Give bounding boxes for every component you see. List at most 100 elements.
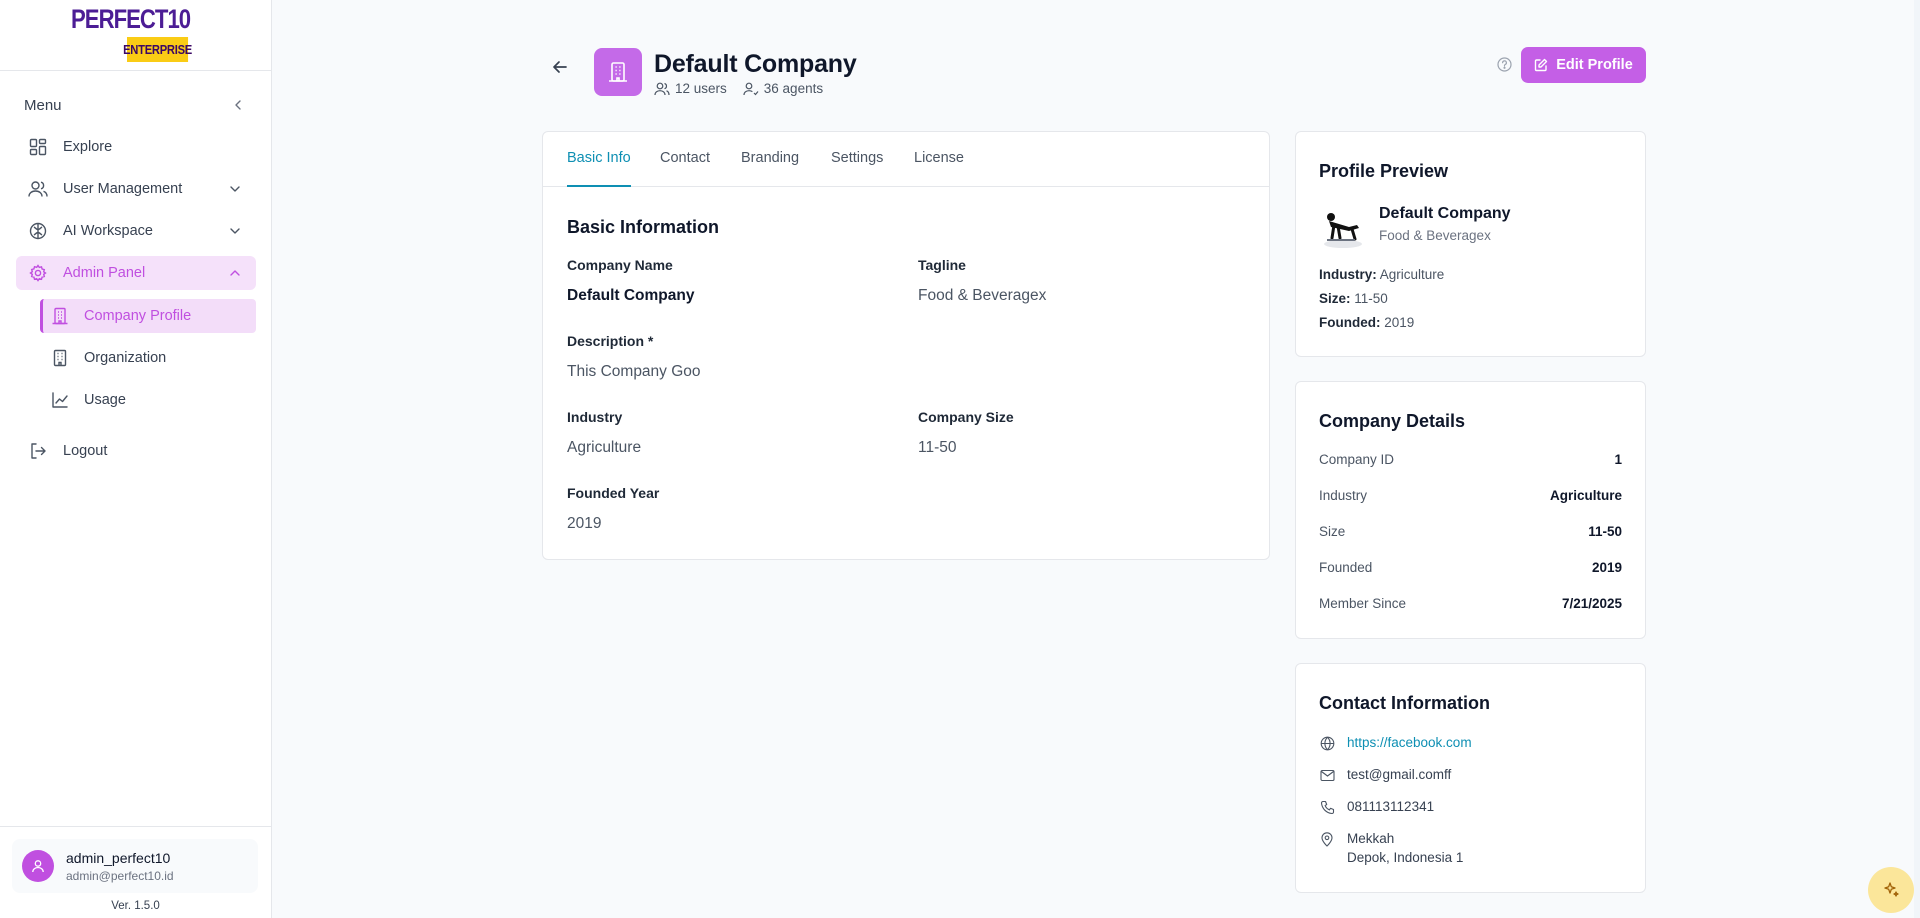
- profile-preview-title: Profile Preview: [1319, 161, 1449, 181]
- contact-email: test@gmail.comff: [1347, 767, 1452, 782]
- sidebar: PERFECT10 ENTERPRISE Menu Explore User M…: [0, 0, 272, 918]
- chevron-down-icon: [226, 180, 244, 198]
- gear-icon: [28, 263, 48, 283]
- user-email: admin@perfect10.id: [66, 868, 174, 883]
- phone-icon: [1319, 799, 1335, 815]
- sidebar-item-user-management[interactable]: User Management: [16, 172, 256, 206]
- detail-value: 7/21/2025: [1561, 596, 1622, 611]
- edit-icon: [1535, 58, 1548, 72]
- description-value: This Company Goo: [567, 363, 701, 380]
- avatar: [22, 850, 54, 882]
- menu-header: Menu: [24, 94, 247, 116]
- section-title: Basic Information: [567, 217, 720, 237]
- menu-label: Menu: [24, 96, 62, 114]
- detail-row-founded: Founded 2019: [1319, 560, 1622, 580]
- logout-button[interactable]: Logout: [16, 434, 256, 468]
- address-line-2: Depok, Indonesia 1: [1347, 850, 1464, 865]
- company-size-value: 11-50: [918, 439, 957, 456]
- detail-row-industry: Industry Agriculture: [1319, 488, 1622, 508]
- detail-key: Industry: [1319, 488, 1368, 503]
- company-size-label: Company Size: [918, 409, 1014, 425]
- detail-value: Agriculture: [1549, 488, 1622, 503]
- mail-icon: [1319, 767, 1335, 783]
- tagline-value: Food & Beveragex: [918, 287, 1047, 304]
- users-count: 12 users: [654, 81, 727, 96]
- contact-info-title: Contact Information: [1319, 693, 1490, 713]
- contact-address-row: Mekkah Depok, Indonesia 1: [1319, 831, 1463, 865]
- detail-row-company-id: Company ID 1: [1319, 452, 1622, 472]
- sidebar-item-admin-panel[interactable]: Admin Panel: [16, 256, 256, 290]
- agents-count-text: 36 agents: [763, 81, 824, 96]
- detail-key: Founded: [1319, 560, 1373, 575]
- detail-value: 11-50: [1588, 524, 1622, 539]
- logout-label: Logout: [63, 443, 108, 459]
- detail-key: Size: [1319, 524, 1346, 539]
- detail-row-member-since: Member Since 7/21/2025: [1319, 596, 1622, 616]
- scrollbar[interactable]: [1914, 0, 1920, 918]
- help-icon[interactable]: [1496, 56, 1512, 72]
- detail-value: 1: [1614, 452, 1622, 467]
- preview-industry-value: Agriculture: [1379, 267, 1445, 282]
- sidebar-item-explore[interactable]: Explore: [16, 130, 256, 164]
- grid-icon: [28, 137, 48, 157]
- basic-info-card: Basic Info Contact Branding Settings Lic…: [542, 131, 1270, 560]
- tab-basic-info[interactable]: Basic Info: [567, 150, 631, 187]
- preview-size: Size: 11-50: [1319, 291, 1388, 306]
- agent-icon: [743, 82, 759, 95]
- sidebar-subitem-label: Usage: [84, 392, 126, 408]
- website-link[interactable]: https://facebook.com: [1347, 735, 1472, 750]
- logo-wordmark: PERFECT10: [70, 4, 191, 34]
- industry-value: Agriculture: [567, 439, 642, 456]
- founded-year-value: 2019: [567, 515, 602, 532]
- tab-bar: Basic Info Contact Branding Settings Lic…: [543, 132, 1269, 187]
- tab-branding[interactable]: Branding: [741, 150, 799, 187]
- logout-icon: [28, 441, 48, 461]
- preview-company-name: Default Company: [1379, 205, 1511, 222]
- sidebar-subitem-organization[interactable]: Organization: [40, 341, 256, 375]
- preview-size-key: Size:: [1319, 291, 1351, 306]
- preview-founded: Founded: 2019: [1319, 315, 1414, 330]
- address-line-1: Mekkah: [1347, 831, 1395, 846]
- chevron-up-icon: [226, 264, 244, 282]
- page-title: Default Company: [654, 50, 857, 78]
- tab-settings[interactable]: Settings: [831, 150, 883, 187]
- preview-industry: Industry: Agriculture: [1319, 267, 1444, 282]
- tagline-label: Tagline: [918, 257, 966, 273]
- industry-label: Industry: [567, 409, 623, 425]
- detail-row-size: Size 11-50: [1319, 524, 1622, 544]
- sidebar-item-label: Admin Panel: [63, 265, 146, 281]
- app-version: Ver. 1.5.0: [111, 900, 160, 912]
- description-label: Description *: [567, 333, 654, 349]
- brand-logo[interactable]: PERFECT10 ENTERPRISE: [71, 4, 201, 64]
- contact-website-row: https://facebook.com: [1319, 735, 1472, 751]
- chevron-down-icon: [226, 222, 244, 240]
- company-logo: [1319, 205, 1364, 250]
- detail-key: Member Since: [1319, 596, 1407, 611]
- sidebar-item-label: User Management: [63, 181, 183, 197]
- edit-profile-label: Edit Profile: [1556, 57, 1633, 73]
- ai-assistant-button[interactable]: [1868, 867, 1914, 913]
- sidebar-subitem-label: Organization: [84, 350, 167, 366]
- detail-key: Company ID: [1319, 452, 1395, 467]
- user-name: admin_perfect10: [66, 849, 171, 866]
- chart-line-icon: [50, 390, 70, 410]
- preview-founded-key: Founded:: [1319, 315, 1381, 330]
- tab-contact[interactable]: Contact: [660, 150, 710, 187]
- brain-icon: [28, 221, 48, 241]
- sparkles-icon: [1884, 882, 1899, 897]
- detail-value: 2019: [1591, 560, 1622, 575]
- company-details-title: Company Details: [1319, 411, 1466, 431]
- sidebar-subitem-usage[interactable]: Usage: [40, 383, 256, 417]
- tab-license[interactable]: License: [914, 150, 964, 187]
- preview-industry-key: Industry:: [1319, 267, 1377, 282]
- preview-size-value: 11-50: [1354, 291, 1388, 306]
- preview-tagline: Food & Beveragex: [1379, 228, 1491, 243]
- edit-profile-button[interactable]: Edit Profile: [1521, 47, 1646, 83]
- sidebar-item-ai-workspace[interactable]: AI Workspace: [16, 214, 256, 248]
- globe-icon: [1319, 735, 1335, 751]
- collapse-sidebar-icon[interactable]: [229, 96, 247, 114]
- back-arrow-icon[interactable]: [549, 56, 571, 78]
- preview-founded-value: 2019: [1384, 315, 1415, 330]
- user-card[interactable]: admin_perfect10 admin@perfect10.id: [12, 839, 258, 893]
- sidebar-subitem-company-profile[interactable]: Company Profile: [40, 299, 256, 333]
